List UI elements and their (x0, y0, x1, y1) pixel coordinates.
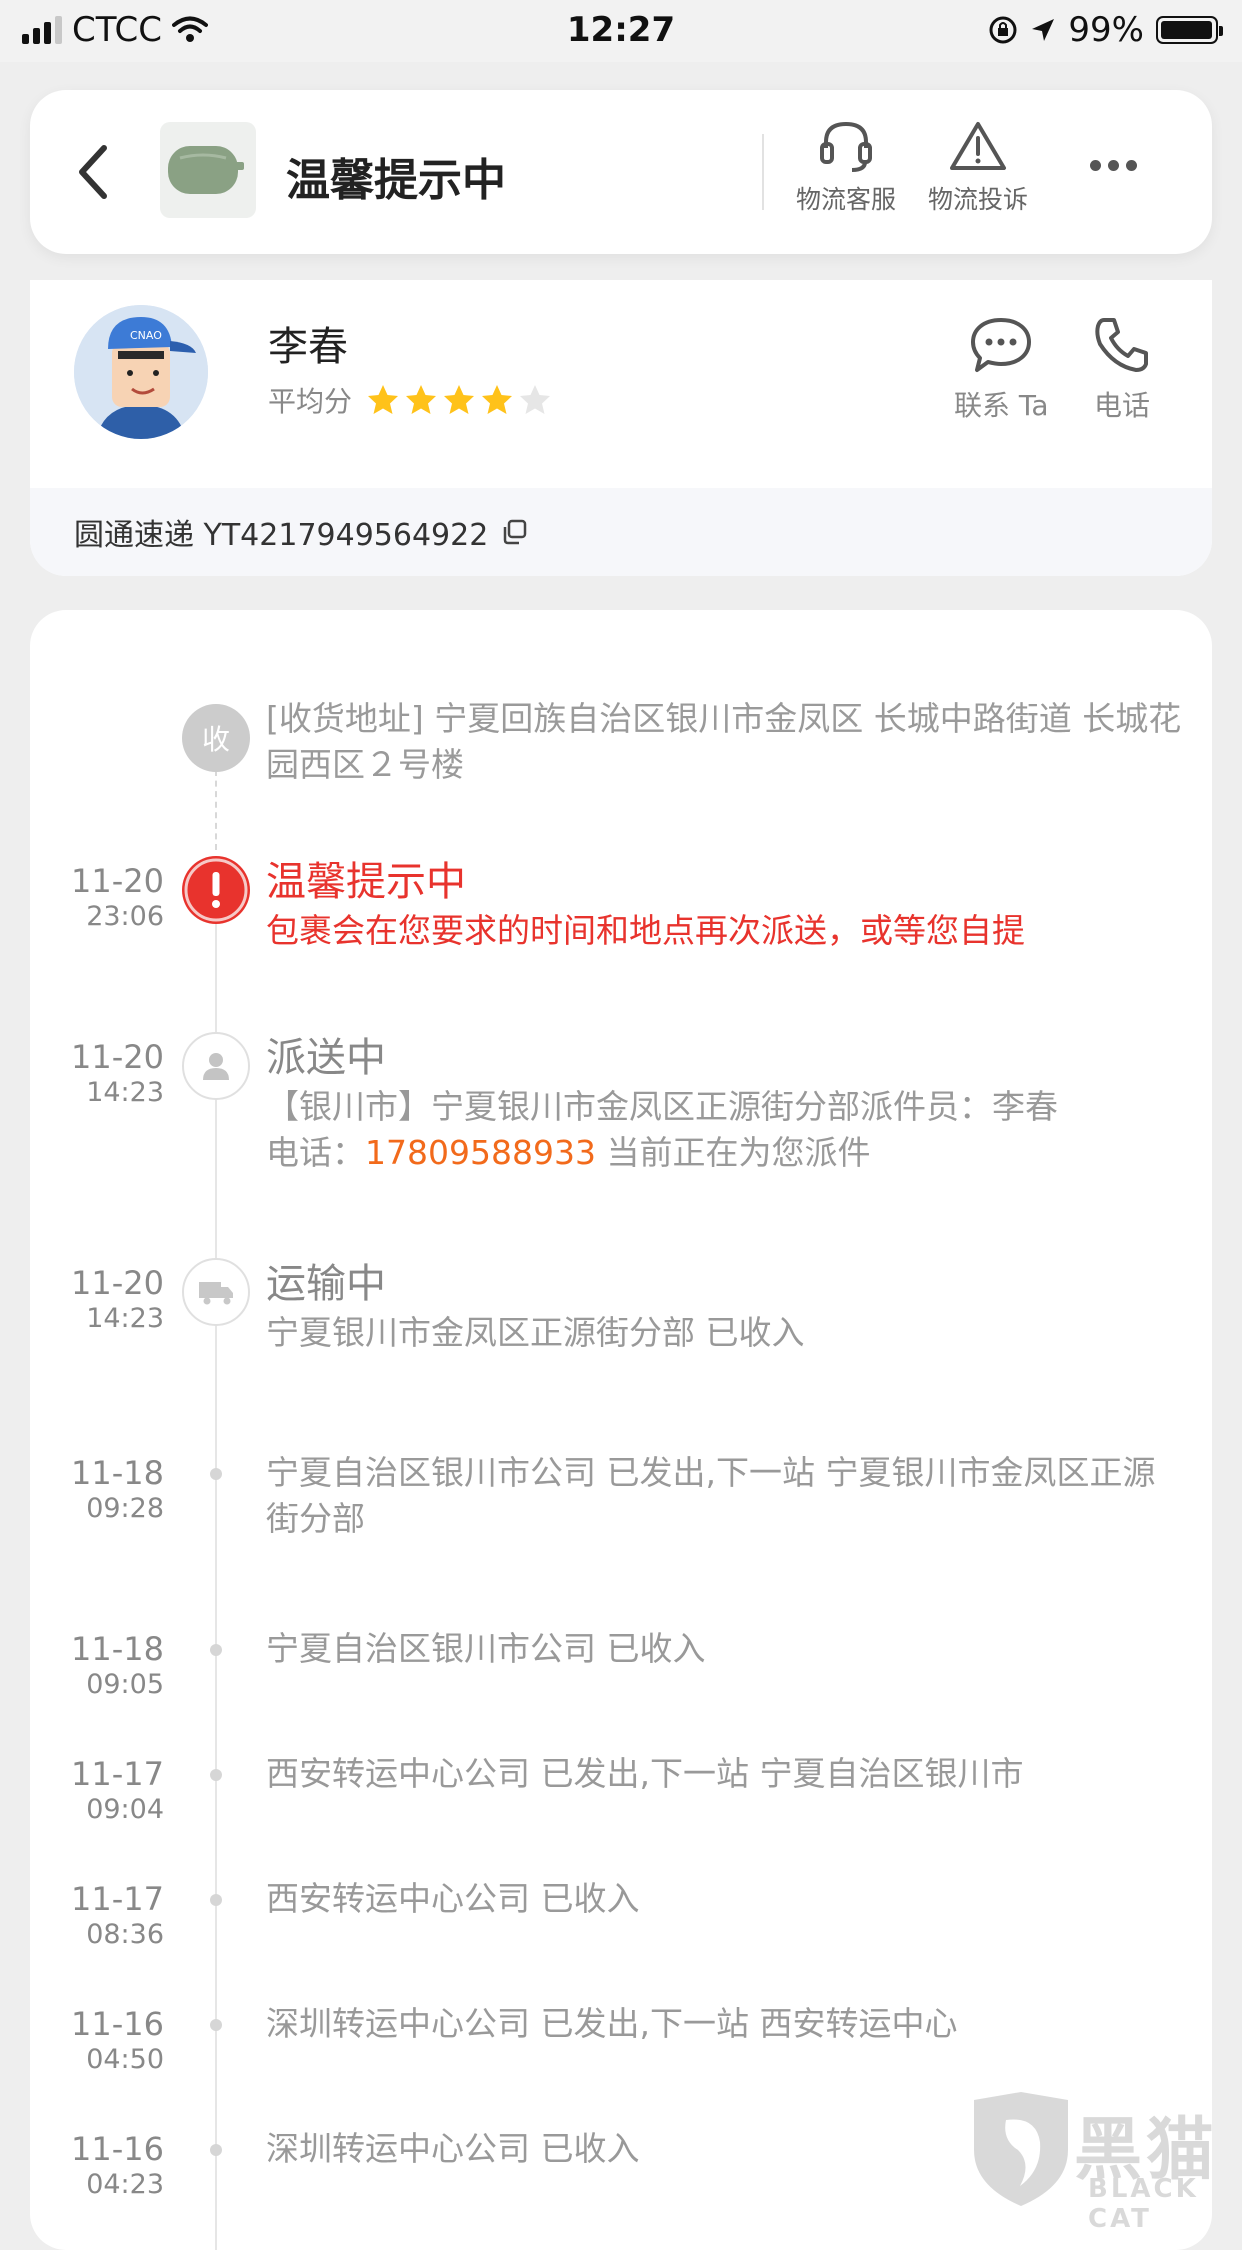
event-description: 深圳转运中心公司 已发出,下一站 西安转运中心 (266, 2004, 958, 2043)
timeline-dot (210, 1468, 222, 1480)
event-description: 西安转运中心公司 已发出,下一站 宁夏自治区银川市 (266, 1754, 1024, 1793)
product-thumbnail[interactable] (160, 122, 256, 218)
event-status: 运输中 (266, 1261, 386, 1307)
rating-stars (366, 383, 552, 417)
rotation-lock-icon (989, 16, 1017, 44)
event-time: 23:06 (86, 901, 164, 932)
headset-icon (820, 121, 872, 172)
logistics-complaint-label: 物流投诉 (928, 185, 1029, 214)
truck-icon (199, 1282, 233, 1305)
event-contact-line: 电话：17809588933 当前正在为您派件 (266, 1130, 1186, 1176)
event-time: 09:04 (86, 1794, 164, 1825)
delivery-address-text: [收货地址] 宁夏回族自治区银川市金凤区 长城中路街道 长城花园西区２号楼 (266, 699, 1182, 784)
back-button[interactable] (66, 138, 122, 206)
event-time: 14:23 (86, 1077, 164, 1108)
tracking-number: 圆通速递 YT4217949564922 (74, 518, 489, 553)
tracking-number-row: 圆通速递 YT4217949564922 (30, 488, 1212, 576)
black-cat-shield-icon (974, 2092, 1068, 2206)
timeline-dot (210, 2019, 222, 2031)
person-node (182, 1032, 250, 1100)
courier-name: 李春 (268, 324, 348, 370)
courier-avatar[interactable]: CNAO (74, 305, 208, 439)
event-status: 温馨提示中 (266, 859, 466, 905)
star-icon (406, 385, 437, 414)
event-date: 11-20 (71, 1264, 164, 1302)
page-title: 温馨提示中 (286, 155, 506, 206)
call-courier-label: 电话 (1093, 389, 1150, 422)
warning-icon (950, 122, 1006, 170)
timeline-dot (210, 1894, 222, 1906)
timeline-dashed-line (215, 770, 217, 850)
phone-suffix: 当前正在为您派件 (595, 1133, 871, 1172)
truck-node (182, 1258, 250, 1326)
phone-prefix: 电话： (266, 1133, 365, 1172)
event-date: 11-17 (71, 1755, 164, 1793)
event-date: 11-16 (71, 2130, 164, 2168)
earbuds-case-icon (168, 146, 244, 194)
logistics-service-label: 物流客服 (796, 185, 897, 214)
event-time: 14:23 (86, 1303, 164, 1334)
event-date: 11-20 (71, 862, 164, 900)
event-status: 派送中 (266, 1035, 386, 1081)
call-courier-button[interactable]: 电话 (1090, 314, 1154, 424)
logistics-complaint-button[interactable]: 物流投诉 (928, 118, 1028, 216)
courier-phone-link[interactable]: 17809588933 (365, 1133, 596, 1172)
event-description: 包裹会在您要求的时间和地点再次派送，或等您自提 (266, 911, 1025, 950)
event-date: 11-18 (71, 1630, 164, 1668)
event-description: 西安转运中心公司 已收入 (266, 1879, 640, 1918)
star-icon (368, 385, 399, 414)
timeline-dot (210, 1644, 222, 1656)
timeline-dot (210, 2144, 222, 2156)
event-time: 09:28 (86, 1493, 164, 1524)
header-divider (762, 134, 764, 210)
timeline-dot (210, 1769, 222, 1781)
courier-cartoon-icon: CNAO (74, 305, 208, 439)
status-right: 99% (988, 10, 1223, 50)
more-options-button[interactable] (1090, 160, 1137, 171)
chat-bubble-icon (971, 318, 1032, 372)
event-date: 11-17 (71, 1880, 164, 1918)
event-description: 宁夏自治区银川市公司 已发出,下一站 宁夏银川市金凤区正源街分部 (266, 1453, 1156, 1538)
cap-logo-icon: CNAO (130, 329, 162, 342)
event-date: 11-20 (71, 1038, 164, 1076)
header-bar: 温馨提示中 物流客服 物流投诉 (30, 90, 1212, 254)
tracking-timeline: 收 [收货地址] 宁夏回族自治区银川市金凤区 长城中路街道 长城花园西区２号楼 … (30, 610, 1212, 2250)
event-time: 04:23 (86, 2169, 164, 2200)
event-description: 宁夏自治区银川市公司 已收入 (266, 1629, 706, 1668)
contact-courier-button[interactable]: 联系 Ta (954, 314, 1049, 424)
star-icon (520, 385, 551, 414)
copy-icon[interactable] (500, 518, 528, 546)
person-icon (203, 1053, 229, 1080)
event-description: 宁夏银川市金凤区正源街分部 已收入 (266, 1313, 805, 1352)
status-bar: CTCC 12:27 99% (0, 0, 1242, 62)
battery-icon (1156, 16, 1223, 44)
phone-icon (1095, 318, 1148, 372)
address-node: 收 (182, 704, 250, 772)
logistics-service-button[interactable]: 物流客服 (796, 118, 896, 216)
exclamation-icon (184, 858, 248, 922)
event-time: 04:50 (86, 2044, 164, 2075)
location-arrow-icon (1032, 19, 1055, 41)
contact-courier-label: 联系 Ta (954, 389, 1049, 422)
event-description: 【银川市】宁夏银川市金凤区正源街分部派件员：李春 (266, 1087, 1058, 1126)
black-cat-watermark: 黑猫 BLACK CAT (966, 2090, 1242, 2234)
event-time: 08:36 (86, 1919, 164, 1950)
courier-rating: 平均分 (268, 380, 552, 420)
event-date: 11-18 (71, 1454, 164, 1492)
star-icon (444, 385, 475, 414)
battery-fill (1161, 21, 1212, 39)
alert-node (182, 856, 250, 924)
event-date: 11-16 (71, 2005, 164, 2043)
courier-card: CNAO 李春 平均分 联系 Ta 电话 圆通速递 YT421794956492… (30, 280, 1212, 576)
star-icon (482, 385, 513, 414)
watermark-subtext: BLACK CAT (1088, 2174, 1199, 2234)
rating-label: 平均分 (268, 385, 353, 418)
event-time: 09:05 (86, 1669, 164, 1700)
battery-percent: 99% (1068, 10, 1144, 50)
